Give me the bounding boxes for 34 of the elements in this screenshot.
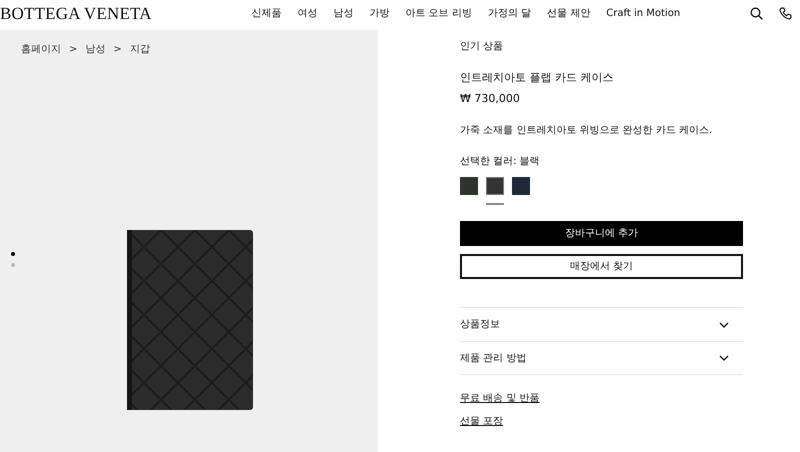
breadcrumb-separator: > xyxy=(113,43,122,57)
color-label: 선택한 컬러: 블랙 xyxy=(460,155,541,169)
color-swatch[interactable] xyxy=(460,177,478,195)
nav-link[interactable]: 남성 xyxy=(334,6,354,21)
footer-link[interactable]: 선물 포장 xyxy=(460,414,504,429)
nav-link[interactable]: Craft in Motion xyxy=(606,6,680,21)
breadcrumb-separator: > xyxy=(69,43,78,57)
breadcrumb-link[interactable]: 남성 xyxy=(85,42,106,57)
carousel-dot[interactable] xyxy=(11,263,15,267)
chevron-down-icon xyxy=(719,355,729,361)
nav-link[interactable]: 아트 오브 리빙 xyxy=(406,6,472,21)
breadcrumb-link[interactable]: 지갑 xyxy=(130,42,150,57)
breadcrumb-link[interactable]: 홈페이지 xyxy=(21,42,61,57)
color-swatch[interactable] xyxy=(512,177,530,195)
product-price: ₩ 730,000 xyxy=(460,90,521,106)
nav-link[interactable]: 가정의 달 xyxy=(488,6,532,21)
carousel-dot[interactable] xyxy=(11,252,15,256)
product-description: 가죽 소재를 인트레치아토 위빙으로 완성한 카드 케이스. xyxy=(460,124,714,138)
accordion-header[interactable]: 제품 관리 방법 xyxy=(460,341,743,375)
brand-logo[interactable]: BOTTEGA VENETA xyxy=(0,0,152,26)
nav-link[interactable]: 가방 xyxy=(370,6,390,21)
footer-link[interactable]: 무료 배송 및 반품 xyxy=(460,391,540,406)
phone-icon[interactable] xyxy=(778,7,792,20)
search-icon[interactable] xyxy=(750,7,763,20)
product-title: 인트레치아토 플랩 카드 케이스 xyxy=(460,70,614,86)
nav-link[interactable]: 신제품 xyxy=(252,6,282,21)
nav-link[interactable]: 여성 xyxy=(298,6,318,21)
chevron-down-icon xyxy=(719,322,729,328)
add-to-cart-button[interactable]: 장바구니에 추가 xyxy=(460,221,743,246)
color-swatch[interactable] xyxy=(486,177,504,195)
nav-link[interactable]: 선물 제안 xyxy=(547,6,590,21)
accordion-header[interactable]: 상품정보 xyxy=(460,307,743,341)
find-in-store-button[interactable]: 매장에서 찾기 xyxy=(460,254,743,279)
product-tag: 인기 상품 xyxy=(460,39,743,54)
